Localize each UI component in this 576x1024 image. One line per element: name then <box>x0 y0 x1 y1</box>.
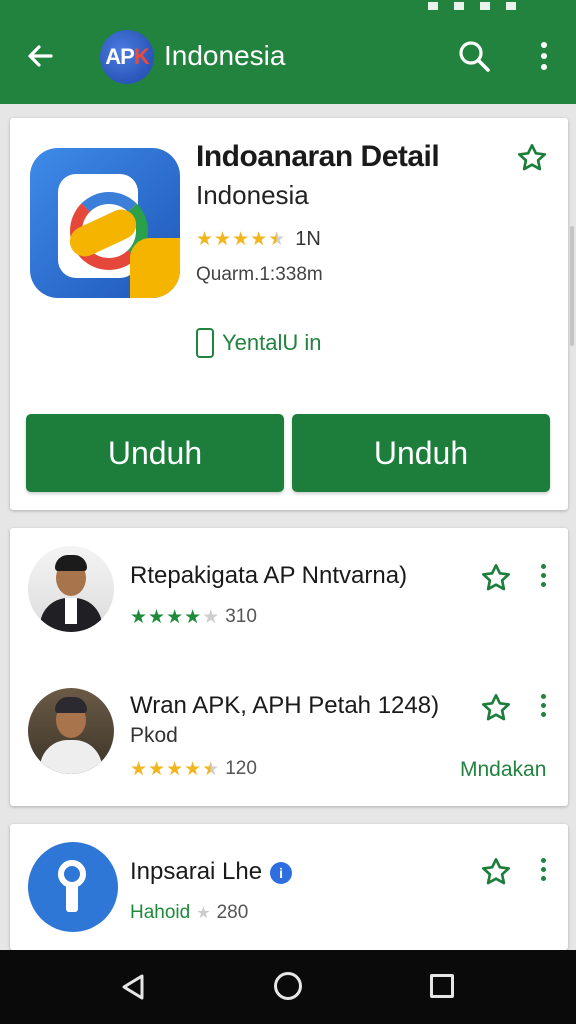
list-item-title: Inpsarai Lhe i <box>130 858 293 886</box>
star-outline-icon <box>482 694 510 721</box>
download-button-primary[interactable]: Unduh <box>26 414 284 492</box>
arrow-left-icon <box>28 45 53 67</box>
star-outline-icon <box>482 564 510 591</box>
star-icon: ★ <box>202 606 220 628</box>
star-icon: ★ <box>184 606 202 628</box>
star-icon: ★ <box>148 606 166 628</box>
status-icons <box>428 0 516 12</box>
verified-badge: i <box>270 861 293 884</box>
avatar <box>28 688 114 774</box>
star-icon: ★ <box>130 758 148 780</box>
star-icon: ★ <box>184 758 202 780</box>
app-logo: AP K <box>100 30 154 84</box>
triangle-back-icon <box>122 974 144 1000</box>
star-icon: ★ <box>166 606 184 628</box>
install-status: YentalU in <box>196 328 321 358</box>
app-bar: AP K Indonesia <box>0 0 576 104</box>
system-nav-bar <box>0 950 576 1024</box>
list-item-rating: ★ ★ ★ ★ ★ 120 <box>130 758 257 780</box>
rating-count: 280 <box>216 902 249 923</box>
app-icon <box>30 148 180 298</box>
star-outline-icon <box>482 858 510 885</box>
list-item[interactable]: Wran APK, APH Petah 1248) Pkod ★ ★ ★ ★ ★ 120… <box>10 678 568 788</box>
star-icon: ★ <box>130 606 148 628</box>
list-item-title: Wran APK, APH Petah 1248) <box>130 692 440 719</box>
star-icon: ★ <box>196 229 214 250</box>
search-button[interactable] <box>456 38 492 74</box>
star-icon: ★ <box>148 758 166 780</box>
star-icon: ★ <box>196 905 211 922</box>
app-list-card: Rtepakigata AP Nntvarna) ★ ★ ★ ★ ★ 310 Wran … <box>10 528 568 806</box>
scrollbar[interactable] <box>570 226 574 346</box>
app-subtitle: Indonesia <box>196 180 309 210</box>
rating-stars: ★ ★ ★ ★ ★ <box>130 760 219 779</box>
avatar <box>28 546 114 632</box>
rating-stars: ★ ★ ★ ★ ★ <box>196 230 285 249</box>
nav-home-button[interactable] <box>274 972 302 1000</box>
app-version: Quarm.1:338m <box>196 264 323 285</box>
favorite-button[interactable] <box>480 692 512 724</box>
update-link[interactable]: Mndakan <box>460 758 546 782</box>
favorite-button[interactable] <box>480 856 512 888</box>
item-menu-button[interactable] <box>536 858 550 888</box>
list-item[interactable]: Rtepakigata AP Nntvarna) ★ ★ ★ ★ ★ 310 <box>10 536 568 646</box>
nav-recents-button[interactable] <box>430 974 454 998</box>
developer-name: Hahoid <box>130 902 191 923</box>
star-outline-icon <box>518 144 546 171</box>
back-button[interactable] <box>22 38 58 74</box>
app-title: Indoanaran Detail <box>196 140 440 173</box>
download-button-secondary[interactable]: Unduh <box>292 414 550 492</box>
search-icon <box>459 41 490 72</box>
star-icon: ★ <box>232 229 250 250</box>
star-icon: ★ <box>250 229 268 250</box>
phone-icon <box>196 328 214 358</box>
install-label: YentalU in <box>222 330 322 355</box>
app-detail-card: Indoanaran Detail Indonesia ★ ★ ★ ★ ★ 1N Qua… <box>10 118 568 510</box>
star-icon: ★ <box>214 229 232 250</box>
nav-back-button[interactable] <box>118 972 148 1002</box>
rating-count: 1N <box>295 228 321 250</box>
app-rating: ★ ★ ★ ★ ★ 1N <box>196 228 321 251</box>
star-icon: ★ <box>166 758 184 780</box>
app-list-card: Inpsarai Lhe i Hahoid ★ 280 <box>10 824 568 950</box>
list-item-rating: ★ ★ ★ ★ ★ 310 <box>130 606 257 628</box>
favorite-button[interactable] <box>516 142 548 174</box>
overflow-menu-button[interactable] <box>532 38 556 74</box>
appbar-title: Indonesia <box>164 40 286 71</box>
list-item-title: Rtepakigata AP Nntvarna) <box>130 562 408 589</box>
rating-count: 310 <box>225 606 257 627</box>
favorite-button[interactable] <box>480 562 512 594</box>
star-icon: ★ <box>202 758 220 780</box>
rating-stars: ★ ★ ★ ★ ★ <box>130 608 219 627</box>
star-icon: ★ <box>268 229 286 250</box>
list-item[interactable]: Inpsarai Lhe i Hahoid ★ 280 <box>10 834 568 944</box>
list-item-subtitle: Pkod <box>130 724 178 747</box>
item-menu-button[interactable] <box>536 564 550 594</box>
keyhole-icon <box>28 842 118 932</box>
list-item-rating: Hahoid ★ 280 <box>130 902 248 924</box>
item-menu-button[interactable] <box>536 694 550 724</box>
rating-count: 120 <box>225 758 257 779</box>
